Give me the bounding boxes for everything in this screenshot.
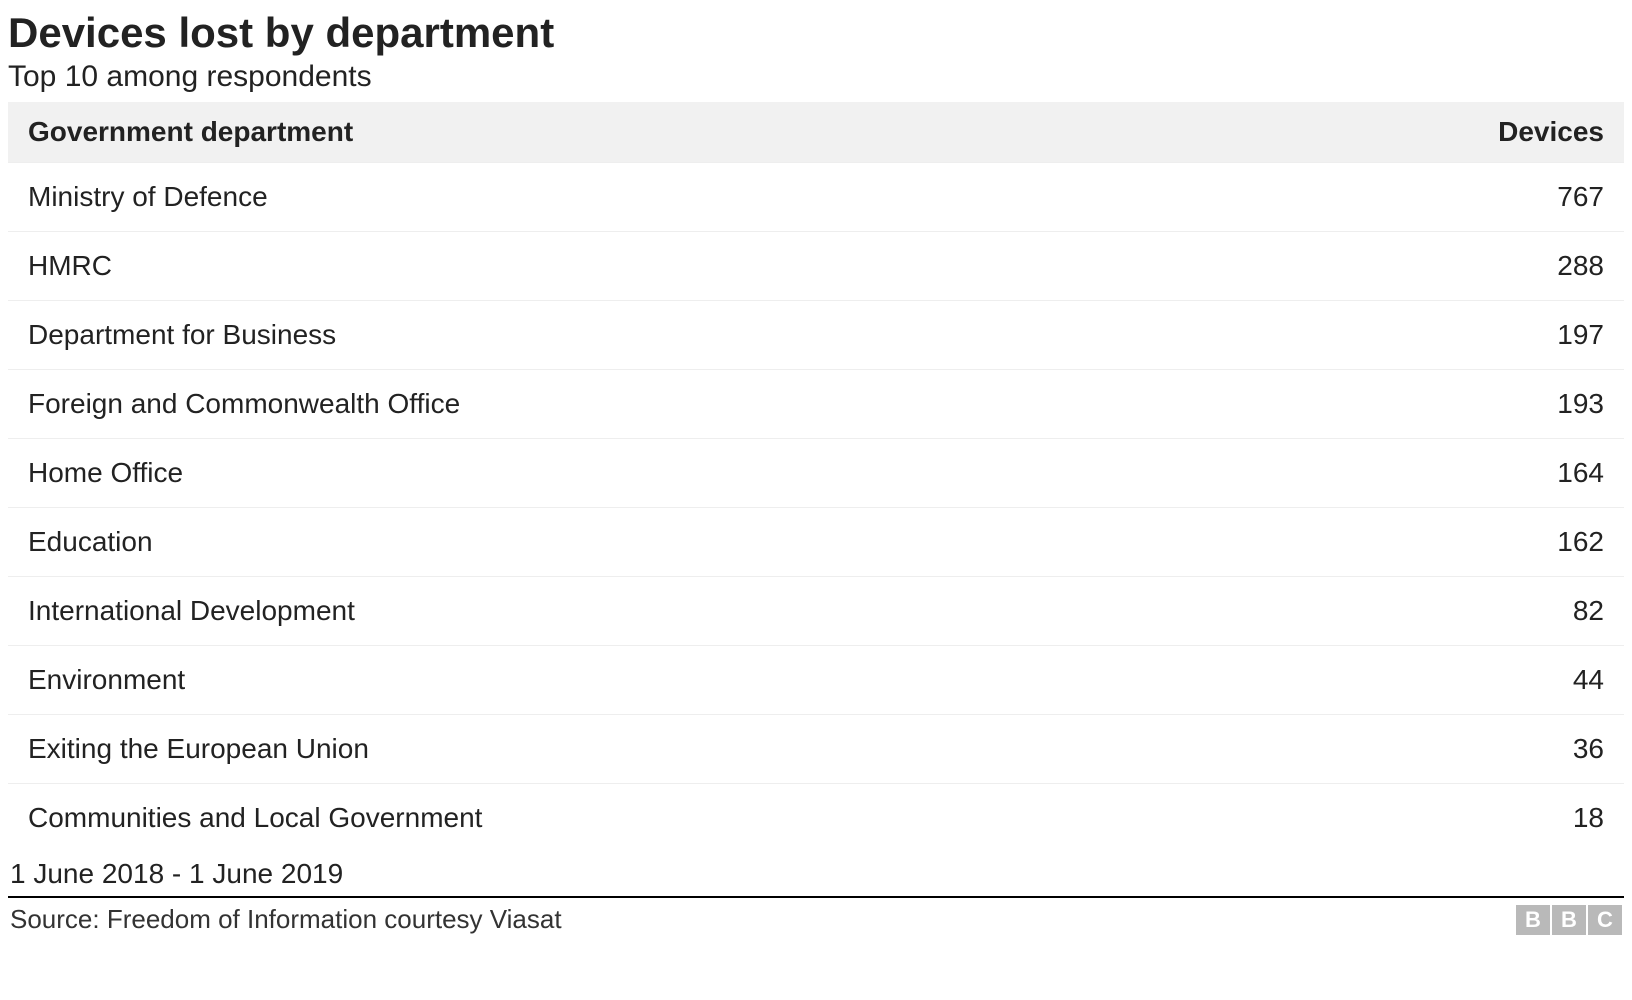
table-row: International Development82 xyxy=(8,577,1624,646)
table-row: Home Office164 xyxy=(8,439,1624,508)
cell-devices: 162 xyxy=(1256,508,1624,577)
cell-devices: 288 xyxy=(1256,232,1624,301)
cell-devices: 44 xyxy=(1256,646,1624,715)
bbc-logo-letter: B xyxy=(1552,905,1586,935)
footer-row: Source: Freedom of Information courtesy … xyxy=(8,904,1624,935)
cell-devices: 36 xyxy=(1256,715,1624,784)
col-header-devices: Devices xyxy=(1256,102,1624,163)
cell-devices: 193 xyxy=(1256,370,1624,439)
table-row: Communities and Local Government18 xyxy=(8,784,1624,853)
cell-devices: 164 xyxy=(1256,439,1624,508)
table-row: Department for Business197 xyxy=(8,301,1624,370)
table-row: Foreign and Commonwealth Office193 xyxy=(8,370,1624,439)
bbc-logo-letter: C xyxy=(1588,905,1622,935)
bbc-logo-letter: B xyxy=(1516,905,1550,935)
bbc-logo: B B C xyxy=(1516,905,1622,935)
cell-devices: 197 xyxy=(1256,301,1624,370)
source-text: Source: Freedom of Information courtesy … xyxy=(10,904,562,935)
chart-subtitle: Top 10 among respondents xyxy=(8,60,1624,94)
date-range: 1 June 2018 - 1 June 2019 xyxy=(8,858,1624,898)
data-table: Government department Devices Ministry o… xyxy=(8,102,1624,852)
cell-devices: 767 xyxy=(1256,163,1624,232)
cell-devices: 82 xyxy=(1256,577,1624,646)
table-row: Exiting the European Union36 xyxy=(8,715,1624,784)
cell-department: Home Office xyxy=(8,439,1256,508)
cell-department: Foreign and Commonwealth Office xyxy=(8,370,1256,439)
cell-devices: 18 xyxy=(1256,784,1624,853)
cell-department: Ministry of Defence xyxy=(8,163,1256,232)
cell-department: Exiting the European Union xyxy=(8,715,1256,784)
cell-department: Department for Business xyxy=(8,301,1256,370)
cell-department: HMRC xyxy=(8,232,1256,301)
table-header-row: Government department Devices xyxy=(8,102,1624,163)
table-row: Education162 xyxy=(8,508,1624,577)
col-header-department: Government department xyxy=(8,102,1256,163)
cell-department: Environment xyxy=(8,646,1256,715)
chart-title: Devices lost by department xyxy=(8,10,1624,56)
table-row: Ministry of Defence767 xyxy=(8,163,1624,232)
table-row: Environment44 xyxy=(8,646,1624,715)
cell-department: International Development xyxy=(8,577,1256,646)
cell-department: Education xyxy=(8,508,1256,577)
cell-department: Communities and Local Government xyxy=(8,784,1256,853)
table-row: HMRC288 xyxy=(8,232,1624,301)
chart-container: Devices lost by department Top 10 among … xyxy=(0,0,1632,943)
